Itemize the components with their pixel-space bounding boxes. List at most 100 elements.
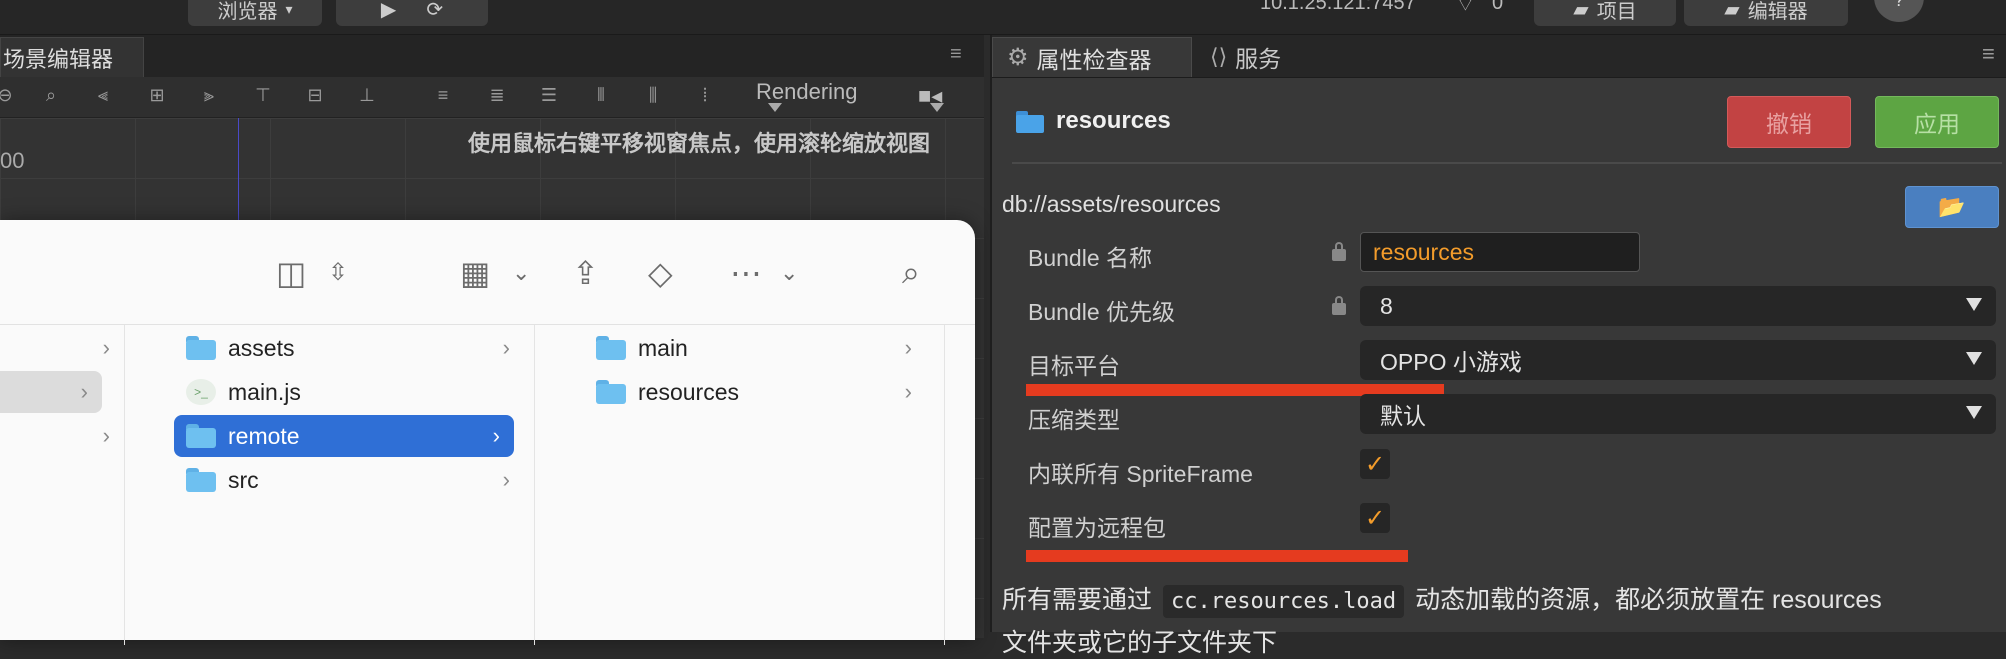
viewport-hint: 使用鼠标右键平移视窗焦点，使用滚轮缩放视图 — [468, 131, 931, 156]
chevron-updown-icon[interactable]: ⇳ — [328, 258, 348, 287]
folder-icon — [596, 380, 626, 404]
editor-label: 编辑器 — [1747, 0, 1808, 23]
panel-menu-icon[interactable]: ≡ — [950, 43, 962, 66]
bundle-priority-select[interactable]: 8 — [1360, 286, 1996, 326]
revert-button[interactable]: 撤销 — [1727, 96, 1851, 148]
chevron-down-icon — [1966, 352, 1982, 365]
align-bottom-icon[interactable]: ⊥ — [354, 85, 380, 109]
chevron-down-icon — [930, 103, 944, 112]
lock-icon — [1332, 296, 1346, 315]
share-icon[interactable]: ⇪ — [572, 254, 599, 292]
preview-controls[interactable]: ▶ ⟳ — [336, 0, 488, 26]
folder-icon — [1016, 111, 1046, 133]
distribute-right-icon[interactable]: ⦙ — [692, 85, 718, 109]
finder-window: ◫ ⇳ ▦ ⌄ ⇪ ◇ ⋯ ⌄ ⌕ › › › assets › >_ main… — [0, 220, 975, 645]
js-file-icon: >_ — [186, 379, 216, 405]
bundle-name-input[interactable]: resources — [1360, 232, 1640, 272]
align-hcenter-icon[interactable]: ⊞ — [144, 85, 170, 109]
tab-scene-editor[interactable]: 场景编辑器 — [0, 37, 144, 77]
distribute-bottom-icon[interactable]: ☰ — [536, 85, 562, 109]
project-label: 项目 — [1596, 0, 1637, 23]
align-top-icon[interactable]: ⊤ — [250, 85, 276, 109]
preview-address: 10.1.25.121:7457 — [1260, 0, 1416, 14]
tag-icon[interactable]: ◇ — [648, 254, 673, 292]
item-label: assets — [228, 334, 295, 361]
refresh-icon[interactable]: ⟳ — [426, 0, 443, 22]
list-item-assets[interactable]: assets › — [186, 327, 524, 369]
note-text: 所有需要通过 — [1002, 586, 1153, 614]
chevron-down-icon — [768, 103, 782, 112]
distribute-left-icon[interactable]: ⦀ — [588, 85, 614, 109]
browser-label: 浏览器 — [217, 0, 278, 23]
select-value: 8 — [1380, 292, 1393, 319]
align-vcenter-icon[interactable]: ⊟ — [302, 85, 328, 109]
chevron-right-icon: › — [80, 379, 88, 404]
search-icon[interactable]: ⌕ — [902, 254, 920, 292]
folder-icon: ▰ — [1573, 0, 1589, 21]
list-item-main[interactable]: main › — [596, 327, 926, 369]
chevron-down-icon — [1966, 406, 1982, 419]
folder-icon — [186, 336, 216, 360]
checkmark-icon: ✓ — [1364, 504, 1386, 532]
chevron-right-icon: › — [502, 467, 510, 492]
project-button[interactable]: ▰ 项目 — [1534, 0, 1676, 26]
align-left-icon[interactable]: ⫷ — [90, 85, 116, 109]
list-item-src[interactable]: src › — [186, 459, 524, 501]
more-icon[interactable]: ⋯ — [730, 254, 762, 292]
align-right-icon[interactable]: ⫸ — [196, 85, 222, 109]
target-platform-label: 目标平台 — [1028, 353, 1120, 379]
inline-spriteframe-label: 内联所有 SpriteFrame — [1028, 461, 1253, 487]
tab-label: 服务 — [1235, 46, 1282, 72]
list-item-remote[interactable]: remote › — [174, 415, 514, 457]
distribute-vcenter-icon[interactable]: ≣ — [484, 85, 510, 109]
select-value: 默认 — [1380, 403, 1426, 429]
remote-bundle-checkbox[interactable]: ✓ — [1360, 503, 1390, 533]
chevron-right-icon: › — [904, 335, 912, 360]
chevron-down-icon[interactable]: ⌄ — [780, 260, 798, 286]
connection-count: 0 — [1492, 0, 1504, 14]
chevron-right-icon: › — [492, 423, 500, 448]
resources-note: 所有需要通过 cc.resources.load 动态加载的资源，都必须放置在 … — [1002, 580, 1882, 618]
zoom-out-icon[interactable]: ⊖ — [0, 85, 18, 109]
divider — [1012, 162, 2002, 164]
target-platform-select[interactable]: OPPO 小游戏 — [1360, 340, 1996, 380]
apply-button[interactable]: 应用 — [1875, 96, 1999, 148]
compression-type-select[interactable]: 默认 — [1360, 394, 1996, 434]
column-view-icon[interactable]: ◫ — [276, 254, 306, 292]
chevron-down-icon[interactable]: ⌄ — [512, 260, 530, 286]
open-folder-icon[interactable]: 📂 — [1905, 186, 1999, 228]
item-label: remote — [228, 422, 300, 449]
code-snippet: cc.resources.load — [1162, 585, 1405, 618]
checkmark-icon: ✓ — [1364, 450, 1386, 478]
list-item[interactable]: › — [0, 371, 102, 413]
zoom-icon[interactable]: ⌕ — [38, 85, 64, 109]
render-mode-select[interactable]: Rendering — [756, 79, 858, 105]
list-item-main-js[interactable]: >_ main.js — [186, 371, 524, 413]
list-item-resources[interactable]: resources › — [596, 371, 926, 413]
resources-note-line2: 文件夹或它的子文件夹下 — [1002, 629, 1278, 657]
editor-button[interactable]: ▰ 编辑器 — [1684, 0, 1848, 26]
note-text: 动态加载的资源，都必须放置在 resources — [1415, 586, 1882, 614]
inspector-tabbar: ⚙ 属性检查器 ⟨⟩ 服务 ≡ — [992, 35, 2006, 78]
chevron-right-icon: › — [904, 379, 912, 404]
list-item[interactable]: › — [0, 327, 124, 369]
distribute-hcenter-icon[interactable]: ⫼ — [640, 85, 666, 109]
tab-inspector[interactable]: ⚙ 属性检查器 — [992, 37, 1192, 77]
browser-select[interactable]: 浏览器 ▾ — [188, 0, 322, 26]
panel-menu-icon[interactable]: ≡ — [1982, 41, 1995, 67]
remote-bundle-label: 配置为远程包 — [1028, 515, 1166, 541]
play-icon[interactable]: ▶ — [381, 0, 396, 22]
highlight-underline — [1026, 550, 1408, 562]
tab-services[interactable]: ⟨⟩ 服务 — [1210, 37, 1281, 77]
inline-spriteframe-checkbox[interactable]: ✓ — [1360, 449, 1390, 479]
gear-icon: ⚙ — [1007, 44, 1029, 71]
item-label: resources — [638, 378, 739, 405]
distribute-top-icon[interactable]: ≡ — [430, 85, 456, 109]
help-icon[interactable]: ? — [1874, 0, 1924, 22]
services-icon: ⟨⟩ — [1210, 44, 1228, 69]
bundle-name-label: Bundle 名称 — [1028, 245, 1153, 271]
wifi-icon: ⌔ — [1456, 0, 1475, 16]
list-item[interactable]: › — [0, 415, 124, 457]
folder-icon — [596, 336, 626, 360]
group-grid-icon[interactable]: ▦ — [460, 254, 490, 292]
